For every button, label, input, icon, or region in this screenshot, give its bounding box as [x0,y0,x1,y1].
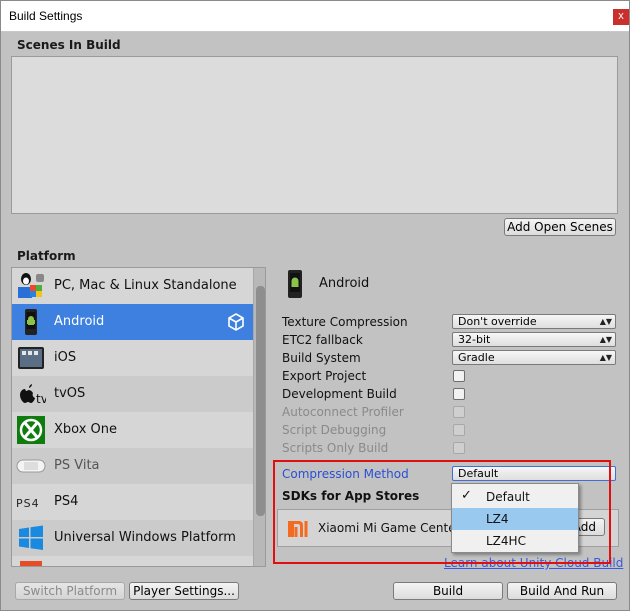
build-button[interactable]: Build [393,582,503,600]
autoconnect-profiler-label: Autoconnect Profiler [282,405,404,419]
texture-compression-label: Texture Compression [282,315,408,329]
switch-platform-button[interactable]: Switch Platform [15,582,125,600]
platform-item-android[interactable]: Android [12,304,253,340]
platform-label-android: Android [54,314,105,329]
platform-label-ps-vita: PS Vita [54,458,100,473]
tvos-icon: tv [20,384,46,406]
export-project-label: Export Project [282,369,367,383]
windows-icon [19,525,43,550]
script-debugging-label: Script Debugging [282,423,387,437]
platform-label-xbox: Xbox One [54,422,118,437]
platform-item-xbox[interactable]: Xbox One [12,412,253,448]
scrollbar-thumb[interactable] [256,286,265,516]
platform-label-uwp: Universal Windows Platform [54,530,236,545]
texture-compression-dropdown[interactable]: Don't override ▲▼ [452,314,616,329]
android-header-icon [288,270,302,298]
build-settings-window: Build Settings x Scenes In Build Add Ope… [0,0,630,611]
build-and-run-button[interactable]: Build And Run [507,582,617,600]
platform-item-partial [12,556,253,566]
html5-icon [20,561,42,566]
title-bar: Build Settings x [1,1,629,32]
svg-text:tv: tv [36,392,46,406]
close-button[interactable]: x [613,9,629,25]
player-settings-button[interactable]: Player Settings... [129,582,239,600]
platform-item-uwp[interactable]: Universal Windows Platform [12,520,253,556]
android-icon [25,309,37,335]
platform-list[interactable]: PC, Mac & Linux Standalone Android iOS t… [11,267,266,567]
dropdown-arrows-icon: ▲▼ [599,335,612,344]
platform-label-ios: iOS [54,350,77,365]
scenes-in-build-list[interactable] [11,56,618,214]
platform-label-tvos: tvOS [54,386,86,401]
export-project-checkbox[interactable] [453,370,465,382]
development-build-checkbox[interactable] [453,388,465,400]
platform-label-ps4: PS4 [54,494,79,509]
platform-item-standalone[interactable]: PC, Mac & Linux Standalone [12,268,253,304]
platform-list-scrollbar[interactable] [253,268,265,566]
etc2-fallback-value: 32-bit [458,333,491,346]
unity-current-platform-icon [228,313,244,331]
build-system-label: Build System [282,351,361,365]
ps4-icon: PS4 [16,497,40,510]
platform-title: Android [319,276,370,291]
ps-vita-icon [16,459,46,473]
scenes-header: Scenes In Build [17,38,121,52]
platform-label-standalone: PC, Mac & Linux Standalone [54,278,237,293]
scripts-only-build-checkbox [453,442,465,454]
window-title: Build Settings [9,9,83,23]
platform-item-ios[interactable]: iOS [12,340,253,376]
autoconnect-profiler-checkbox [453,406,465,418]
add-open-scenes-button[interactable]: Add Open Scenes [504,218,616,236]
build-system-dropdown[interactable]: Gradle ▲▼ [452,350,616,365]
pc-mac-linux-icon [18,273,44,298]
ios-icon [18,347,44,369]
platform-item-tvos[interactable]: tv tvOS [12,376,253,412]
svg-text:PS4: PS4 [16,497,40,510]
dropdown-arrows-icon: ▲▼ [599,317,612,326]
highlight-outline [273,460,611,564]
etc2-fallback-dropdown[interactable]: 32-bit ▲▼ [452,332,616,347]
build-system-value: Gradle [458,351,495,364]
texture-compression-value: Don't override [458,315,537,328]
script-debugging-checkbox [453,424,465,436]
scripts-only-build-label: Scripts Only Build [282,441,389,455]
platform-header: Platform [17,249,76,263]
platform-item-ps4[interactable]: PS4 PS4 [12,484,253,520]
etc2-fallback-label: ETC2 fallback [282,333,363,347]
development-build-label: Development Build [282,387,397,401]
xbox-icon [17,416,45,444]
platform-item-ps-vita[interactable]: PS Vita [12,448,253,484]
dropdown-arrows-icon: ▲▼ [599,353,612,362]
